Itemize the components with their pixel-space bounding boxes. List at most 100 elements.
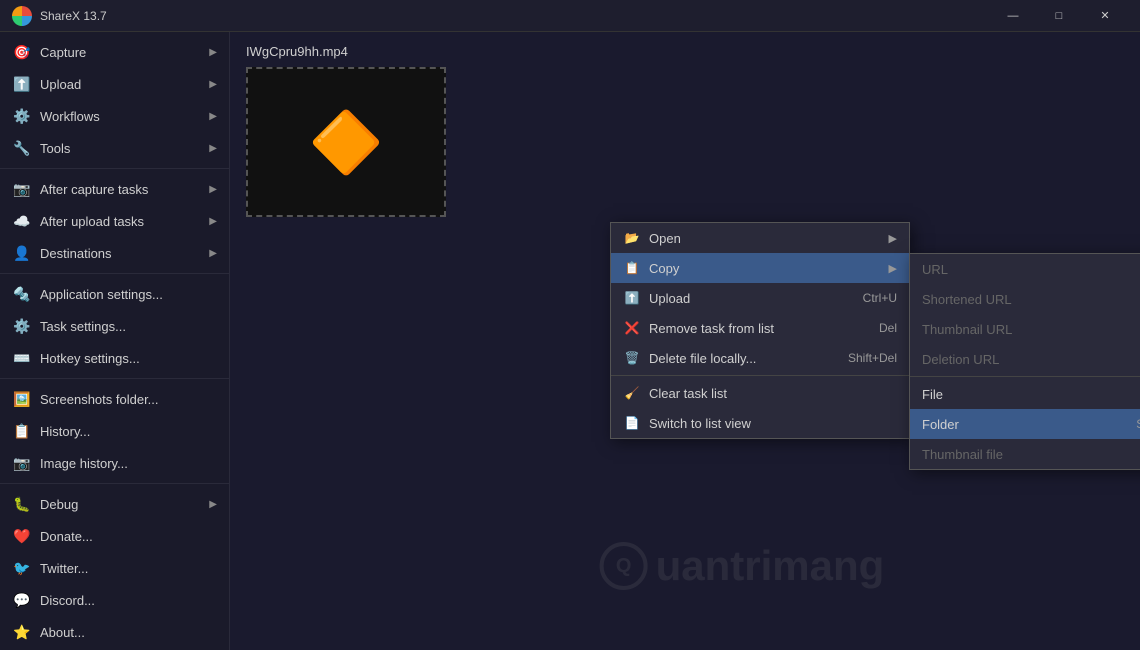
donate-icon: ❤️ — [12, 526, 32, 546]
copy-file-label: File — [922, 387, 1122, 402]
copy-shortened-url-label: Shortened URL — [922, 292, 1140, 307]
task-settings-icon: ⚙️ — [12, 316, 32, 336]
sidebar-item-debug[interactable]: 🐛 Debug ▶ — [0, 488, 229, 520]
ctx-upload-shortcut: Ctrl+U — [863, 291, 897, 305]
ctx-item-upload[interactable]: ⬆️ Upload Ctrl+U — [611, 283, 909, 313]
sidebar-item-workflows[interactable]: ⚙️ Workflows ▶ — [0, 100, 229, 132]
delete-file-icon: 🗑️ — [623, 349, 641, 367]
sidebar-item-hotkey-settings[interactable]: ⌨️ Hotkey settings... — [0, 342, 229, 374]
after-upload-arrow: ▶ — [209, 216, 217, 227]
copy-deletion-url-label: Deletion URL — [922, 352, 1140, 367]
sidebar-item-app-settings[interactable]: 🔩 Application settings... — [0, 278, 229, 310]
thumbnail-box: 🔶 — [246, 67, 446, 217]
sidebar-label-about: About... — [40, 625, 217, 640]
ctx-item-delete-file[interactable]: 🗑️ Delete file locally... Shift+Del — [611, 343, 909, 373]
ctx-copy-shortened-url: Shortened URL — [910, 284, 1140, 314]
hotkey-settings-icon: ⌨️ — [12, 348, 32, 368]
sidebar-item-about[interactable]: ⭐ About... — [0, 616, 229, 648]
workflows-arrow: ▶ — [209, 111, 217, 122]
after-capture-arrow: ▶ — [209, 184, 217, 195]
sidebar-item-task-settings[interactable]: ⚙️ Task settings... — [0, 310, 229, 342]
ctx-copy-folder[interactable]: Folder Shift+Enter — [910, 409, 1140, 439]
sidebar-item-upload[interactable]: ⬆️ Upload ▶ — [0, 68, 229, 100]
sidebar-label-screenshots: Screenshots folder... — [40, 392, 217, 407]
destinations-arrow: ▶ — [209, 248, 217, 259]
copy-folder-shortcut: Shift+Enter — [1136, 417, 1140, 431]
ctx-item-copy[interactable]: 📋 Copy ▶ URL Enter Shortened URL Thumbna… — [611, 253, 909, 283]
open-submenu-arrow: ▶ — [889, 232, 897, 245]
app-body: 🎯 Capture ▶ ⬆️ Upload ▶ ⚙️ Workflows ▶ 🔧… — [0, 32, 1140, 650]
sidebar-item-destinations[interactable]: 👤 Destinations ▶ — [0, 237, 229, 269]
sidebar-label-hotkey-settings: Hotkey settings... — [40, 351, 217, 366]
switch-view-icon: 📄 — [623, 414, 641, 432]
sidebar-label-donate: Donate... — [40, 529, 217, 544]
copy-submenu: URL Enter Shortened URL Thumbnail URL De… — [909, 253, 1140, 470]
sidebar-item-discord[interactable]: 💬 Discord... — [0, 584, 229, 616]
sidebar-item-after-capture[interactable]: 📷 After capture tasks ▶ — [0, 173, 229, 205]
debug-icon: 🐛 — [12, 494, 32, 514]
watermark-text: uantrimang — [656, 542, 885, 590]
destinations-icon: 👤 — [12, 243, 32, 263]
workflows-icon: ⚙️ — [12, 106, 32, 126]
ctx-delete-file-shortcut: Shift+Del — [848, 351, 897, 365]
debug-arrow: ▶ — [209, 499, 217, 510]
tools-icon: 🔧 — [12, 138, 32, 158]
titlebar: ShareX 13.7 — □ ✕ — [0, 0, 1140, 32]
discord-icon: 💬 — [12, 590, 32, 610]
remove-task-icon: ❌ — [623, 319, 641, 337]
maximize-button[interactable]: □ — [1036, 0, 1082, 32]
ctx-item-switch-view[interactable]: 📄 Switch to list view — [611, 408, 909, 438]
sidebar-item-donate[interactable]: ❤️ Donate... — [0, 520, 229, 552]
file-name: IWgCpru9hh.mp4 — [246, 44, 1124, 59]
sidebar-item-after-upload[interactable]: ☁️ After upload tasks ▶ — [0, 205, 229, 237]
sidebar-item-tools[interactable]: 🔧 Tools ▶ — [0, 132, 229, 164]
copy-folder-label: Folder — [922, 417, 1116, 432]
ctx-item-clear-list[interactable]: 🧹 Clear task list — [611, 378, 909, 408]
vlc-cone-icon: 🔶 — [309, 107, 384, 178]
sidebar-label-task-settings: Task settings... — [40, 319, 217, 334]
copy-thumbnail-url-label: Thumbnail URL — [922, 322, 1140, 337]
twitter-icon: 🐦 — [12, 558, 32, 578]
ctx-item-remove-task[interactable]: ❌ Remove task from list Del — [611, 313, 909, 343]
after-capture-icon: 📷 — [12, 179, 32, 199]
ctx-label-clear-list: Clear task list — [649, 386, 897, 401]
sidebar-label-upload: Upload — [40, 77, 209, 92]
sidebar-item-image-history[interactable]: 📷 Image history... — [0, 447, 229, 479]
content-area: IWgCpru9hh.mp4 🔶 Q uantrimang 📂 Open ▶ 📋… — [230, 32, 1140, 650]
sidebar-item-screenshots[interactable]: 🖼️ Screenshots folder... — [0, 383, 229, 415]
sidebar-label-twitter: Twitter... — [40, 561, 217, 576]
copy-thumbnail-file-label: Thumbnail file — [922, 447, 1140, 462]
ctx-divider-1 — [611, 375, 909, 376]
ctx-remove-task-shortcut: Del — [879, 321, 897, 335]
ctx-label-delete-file: Delete file locally... — [649, 351, 828, 366]
sidebar-label-tools: Tools — [40, 141, 209, 156]
sidebar-label-capture: Capture — [40, 45, 209, 60]
sidebar-label-destinations: Destinations — [40, 246, 209, 261]
after-upload-icon: ☁️ — [12, 211, 32, 231]
sidebar-label-image-history: Image history... — [40, 456, 217, 471]
clear-list-icon: 🧹 — [623, 384, 641, 402]
sidebar-label-after-capture: After capture tasks — [40, 182, 209, 197]
minimize-button[interactable]: — — [990, 0, 1036, 32]
tools-arrow: ▶ — [209, 143, 217, 154]
sidebar-label-workflows: Workflows — [40, 109, 209, 124]
ctx-copy-deletion-url: Deletion URL — [910, 344, 1140, 374]
watermark-circle: Q — [600, 542, 648, 590]
sidebar-label-app-settings: Application settings... — [40, 287, 217, 302]
ctx-copy-file[interactable]: File Ctrl+Enter — [910, 379, 1140, 409]
divider-4 — [0, 483, 229, 484]
divider-2 — [0, 273, 229, 274]
ctx-item-open[interactable]: 📂 Open ▶ — [611, 223, 909, 253]
sidebar-item-capture[interactable]: 🎯 Capture ▶ — [0, 36, 229, 68]
app-icon — [12, 6, 32, 26]
capture-icon: 🎯 — [12, 42, 32, 62]
sidebar-item-twitter[interactable]: 🐦 Twitter... — [0, 552, 229, 584]
ctx-copy-thumbnail-file: Thumbnail file — [910, 439, 1140, 469]
sidebar-label-discord: Discord... — [40, 593, 217, 608]
sidebar-item-history[interactable]: 📋 History... — [0, 415, 229, 447]
upload-icon: ⬆️ — [12, 74, 32, 94]
close-button[interactable]: ✕ — [1082, 0, 1128, 32]
history-icon: 📋 — [12, 421, 32, 441]
upload-arrow: ▶ — [209, 79, 217, 90]
open-icon: 📂 — [623, 229, 641, 247]
